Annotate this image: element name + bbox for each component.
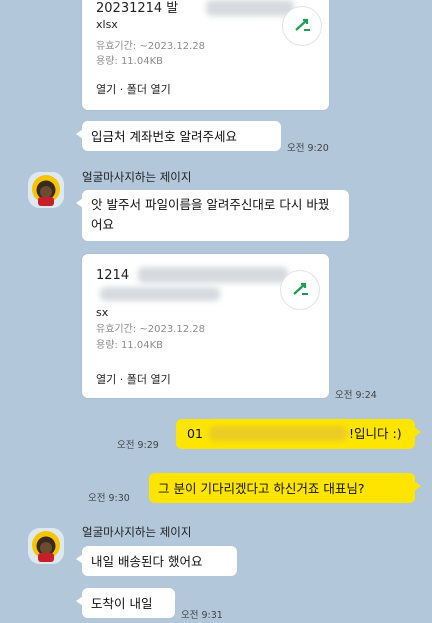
avatar[interactable] bbox=[28, 528, 64, 564]
message-time: 오전 9:20 bbox=[287, 143, 329, 154]
redacted-account bbox=[209, 426, 347, 441]
file-card-2[interactable]: 1214 sx 유효기간: ~2023.12.28 용량: 11.04KB 열기… bbox=[82, 254, 329, 398]
file-open-links[interactable]: 열기 · 폴더 열기 bbox=[96, 371, 171, 387]
avatar-icon bbox=[28, 528, 64, 564]
message-time: 오전 9:29 bbox=[117, 440, 159, 451]
file-name: 1214 bbox=[96, 268, 130, 283]
message-time: 오전 9:30 bbox=[88, 493, 130, 504]
message-bubble: 입금처 계좌번호 알려주세요 bbox=[76, 121, 281, 151]
message-bubble: 내일 배송된다 했어요 bbox=[76, 546, 237, 576]
excel-file-icon bbox=[280, 270, 320, 310]
file-size: 용량: 11.04KB bbox=[96, 340, 163, 351]
message-suffix: !입니다 :) bbox=[349, 426, 402, 441]
file-extension: xlsx bbox=[96, 18, 118, 31]
message-bubble: 앗 발주서 파일이름을 알려주신대로 다시 바꿨어요 bbox=[76, 190, 349, 241]
file-name: 20231214 발 bbox=[96, 1, 179, 16]
message-prefix: 01 bbox=[187, 426, 203, 441]
message-time: 오전 9:24 bbox=[335, 390, 377, 401]
sender-name: 얼굴마사지하는 제이지 bbox=[82, 525, 192, 539]
my-message-bubble: 그 분이 기다리겠다고 하신거죠 대표님? bbox=[149, 473, 421, 503]
redacted-filename-line2 bbox=[100, 287, 220, 301]
sender-name: 얼굴마사지하는 제이지 bbox=[82, 170, 192, 184]
file-card-1[interactable]: 20231214 발 xlsx 유효기간: ~2023.12.28 용량: 11… bbox=[82, 0, 329, 110]
file-open-links[interactable]: 열기 · 폴더 열기 bbox=[96, 81, 171, 97]
avatar-icon bbox=[28, 172, 64, 208]
file-extension: sx bbox=[96, 306, 109, 319]
redacted-filename bbox=[138, 267, 288, 283]
file-expiry: 유효기간: ~2023.12.28 bbox=[96, 41, 205, 52]
message-bubble: 도착이 내일 bbox=[76, 588, 175, 618]
file-expiry: 유효기간: ~2023.12.28 bbox=[96, 324, 205, 335]
message-time: 오전 9:31 bbox=[181, 610, 223, 621]
file-size: 용량: 11.04KB bbox=[96, 56, 163, 67]
avatar[interactable] bbox=[28, 172, 64, 208]
redacted-filename bbox=[206, 0, 294, 16]
my-message-bubble: 01 !입니다 :) bbox=[176, 419, 421, 449]
excel-file-icon bbox=[282, 6, 322, 46]
